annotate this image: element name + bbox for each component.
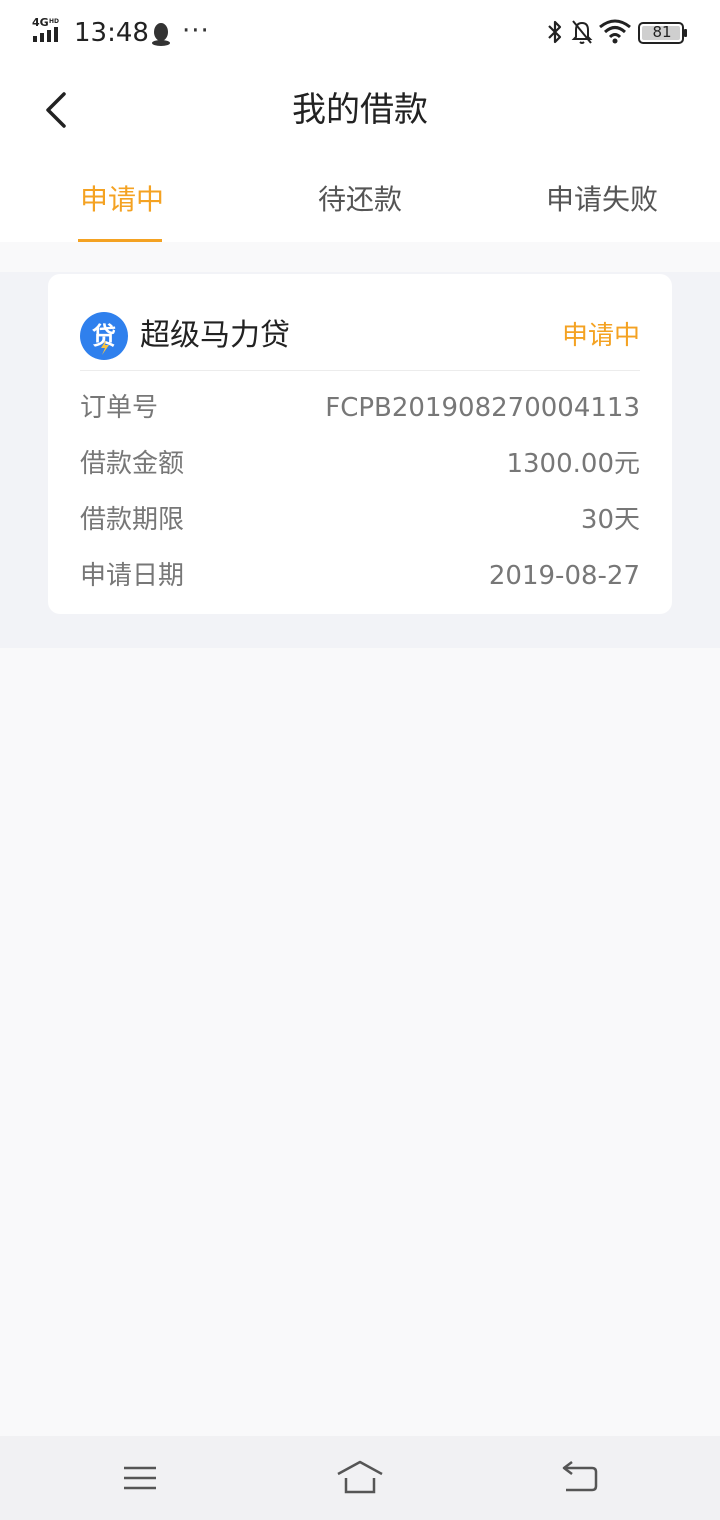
system-nav-bar xyxy=(0,1436,720,1520)
tab-active-indicator xyxy=(78,239,162,242)
row-label: 借款期限 xyxy=(80,505,185,535)
row-loan-term: 借款期限 30天 xyxy=(80,500,640,540)
svg-text:HD: HD xyxy=(49,18,59,25)
row-application-date: 申请日期 2019-08-27 xyxy=(80,556,640,596)
row-value: 1300.00元 xyxy=(506,449,640,479)
tab-applying[interactable]: 申请中 xyxy=(80,180,164,220)
row-label: 订单号 xyxy=(80,393,159,423)
battery-level: 81 xyxy=(652,23,672,41)
status-more-icon: ··· xyxy=(182,16,210,46)
tab-pending-repayment[interactable]: 待还款 xyxy=(318,180,402,220)
row-loan-amount: 借款金额 1300.00元 xyxy=(80,444,640,484)
qq-penguin-icon xyxy=(152,23,170,46)
row-value: 2019-08-27 xyxy=(488,561,640,591)
row-order-number: 订单号 FCPB201908270004113 xyxy=(80,388,640,428)
loan-card[interactable]: 贷 超级马力贷 申请中 订单号 FCPB201908270004113 借款金额… xyxy=(48,274,672,614)
notification-muted-icon xyxy=(571,20,593,44)
home-icon[interactable] xyxy=(336,1458,384,1498)
menu-icon[interactable] xyxy=(116,1458,164,1498)
page-title: 我的借款 xyxy=(292,90,428,130)
loan-product-logo-icon: 贷 xyxy=(80,312,128,360)
tab-application-failed[interactable]: 申请失败 xyxy=(546,180,658,220)
row-label: 申请日期 xyxy=(80,561,185,591)
card-divider xyxy=(80,370,640,371)
tab-bar: 申请中 待还款 申请失败 xyxy=(0,162,720,242)
page-header: 我的借款 xyxy=(0,66,720,162)
signal-4g-icon: 4G HD xyxy=(32,16,59,42)
row-label: 借款金额 xyxy=(80,449,185,479)
status-time: 13:48 xyxy=(74,18,149,48)
product-name: 超级马力贷 xyxy=(140,318,290,353)
bluetooth-icon xyxy=(548,20,562,44)
return-icon[interactable] xyxy=(556,1458,604,1498)
row-value: FCPB201908270004113 xyxy=(325,393,640,423)
wifi-icon xyxy=(599,19,631,44)
svg-text:4G: 4G xyxy=(32,16,49,29)
row-value: 30天 xyxy=(580,505,640,535)
status-badge: 申请中 xyxy=(561,321,640,351)
status-bar: 4G HD 13:48 ··· 81 xyxy=(0,0,720,66)
